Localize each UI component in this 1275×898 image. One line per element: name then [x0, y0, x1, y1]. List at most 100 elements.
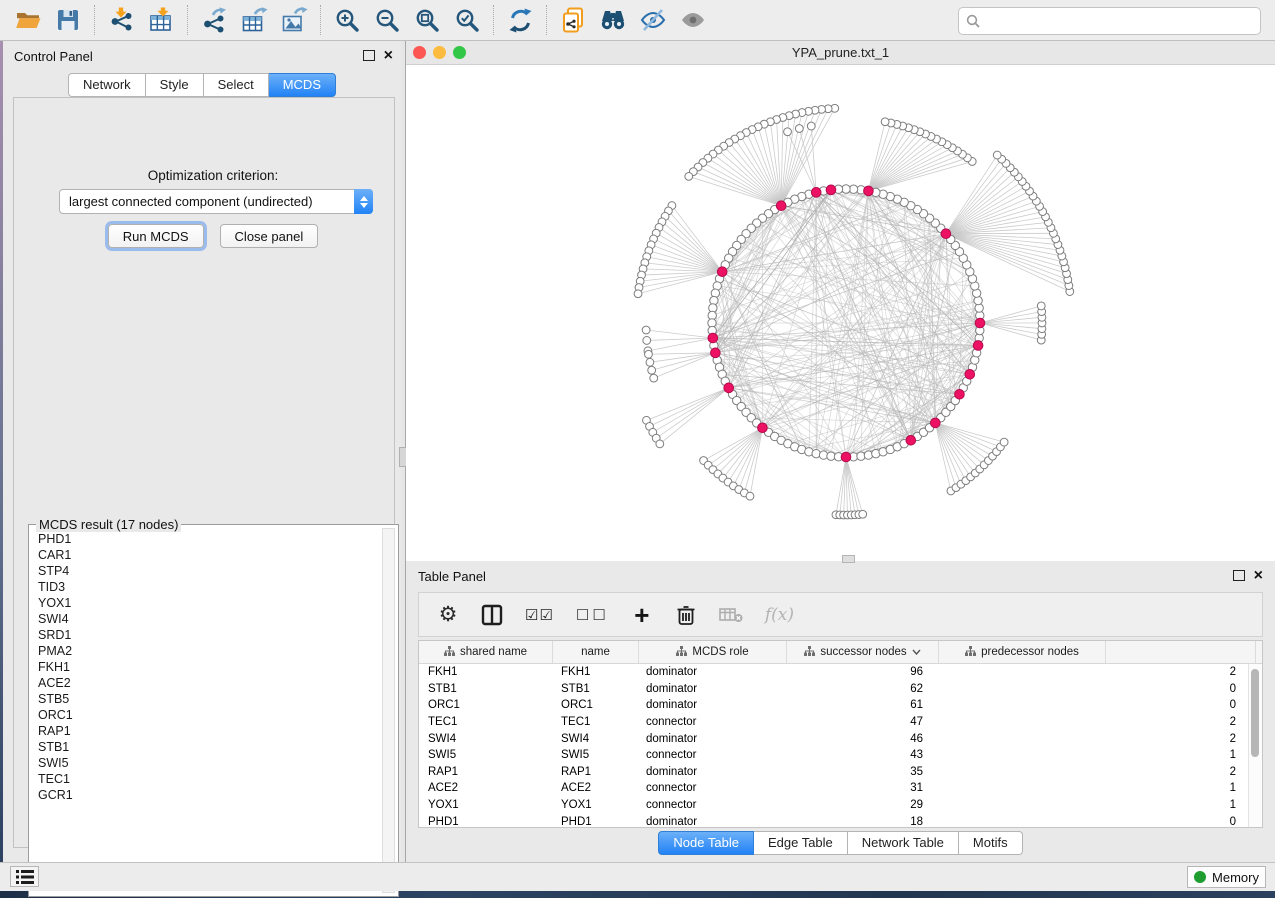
cell[interactable]: SWI5: [419, 749, 552, 761]
mcds-node[interactable]: [776, 201, 786, 211]
mcds-result-item[interactable]: CAR1: [33, 547, 380, 563]
show-columns-icon[interactable]: [481, 601, 503, 629]
table-row[interactable]: SWI5SWI5connector431: [419, 747, 1262, 764]
mcds-result-item[interactable]: PHD1: [33, 531, 380, 547]
export-table-icon[interactable]: [234, 3, 274, 37]
mcds-result-item[interactable]: FKH1: [33, 659, 380, 675]
mcds-result-item[interactable]: SWI4: [33, 611, 380, 627]
export-image-icon[interactable]: [274, 3, 314, 37]
mcds-node[interactable]: [711, 348, 721, 358]
mcds-result-item[interactable]: STB1: [33, 739, 380, 755]
table-row[interactable]: YOX1YOX1connector291: [419, 797, 1262, 814]
table-row[interactable]: ACE2ACE2connector311: [419, 780, 1262, 797]
cell[interactable]: connector: [637, 799, 784, 811]
mcds-result-item[interactable]: PMA2: [33, 643, 380, 659]
leaf-node[interactable]: [643, 337, 651, 345]
leaf-node[interactable]: [648, 366, 656, 374]
select-all-icon[interactable]: ☑☑: [525, 601, 554, 629]
mcds-node[interactable]: [906, 435, 916, 445]
tab-select[interactable]: Select: [204, 73, 269, 97]
show-all-eye-icon[interactable]: [673, 3, 713, 37]
cell[interactable]: 0: [935, 699, 1250, 711]
column-header-successor-nodes[interactable]: successor nodes: [787, 641, 939, 663]
tab-style[interactable]: Style: [146, 73, 204, 97]
cell[interactable]: 18: [784, 816, 935, 828]
cell[interactable]: 35: [784, 766, 935, 778]
mcds-result-item[interactable]: ORC1: [33, 707, 380, 723]
network-window-titlebar[interactable]: YPA_prune.txt_1: [406, 41, 1275, 65]
leaf-node[interactable]: [650, 374, 658, 382]
leaf-node[interactable]: [795, 125, 803, 133]
table-row[interactable]: SWI4SWI4dominator462: [419, 730, 1262, 747]
cell[interactable]: 61: [784, 699, 935, 711]
cell[interactable]: 31: [784, 782, 935, 794]
tab-mcds[interactable]: MCDS: [269, 73, 336, 97]
mcds-node[interactable]: [955, 389, 965, 399]
task-history-button[interactable]: [10, 866, 39, 887]
mcds-result-item[interactable]: ACE2: [33, 675, 380, 691]
zoom-fit-icon[interactable]: [407, 3, 447, 37]
import-table-icon[interactable]: [141, 3, 181, 37]
cell[interactable]: 2: [935, 766, 1250, 778]
close-panel-icon[interactable]: ×: [384, 51, 393, 61]
leaf-node[interactable]: [645, 350, 653, 358]
close-panel-icon[interactable]: ×: [1254, 571, 1263, 581]
table-settings-gear-icon[interactable]: ⚙: [437, 601, 459, 629]
mcds-result-item[interactable]: TID3: [33, 579, 380, 595]
mcds-result-item[interactable]: STP4: [33, 563, 380, 579]
mcds-node[interactable]: [811, 188, 821, 198]
mcds-result-item[interactable]: GCR1: [33, 787, 380, 803]
table-row[interactable]: TEC1TEC1connector472: [419, 714, 1262, 731]
cell[interactable]: connector: [637, 749, 784, 761]
leaf-node[interactable]: [859, 510, 867, 518]
save-session-icon[interactable]: [48, 3, 88, 37]
optimization-criterion-select[interactable]: largest connected component (undirected): [59, 189, 373, 214]
cell[interactable]: 62: [784, 683, 935, 695]
leaf-node[interactable]: [656, 440, 664, 448]
leaf-node[interactable]: [634, 290, 642, 298]
mcds-node[interactable]: [973, 341, 983, 351]
leaf-node[interactable]: [807, 122, 815, 130]
mcds-result-item[interactable]: SRD1: [33, 627, 380, 643]
cell[interactable]: 0: [935, 816, 1250, 828]
mcds-node[interactable]: [724, 383, 734, 393]
mcds-result-list[interactable]: PHD1CAR1STP4TID3YOX1SWI4SRD1PMA2FKH1ACE2…: [33, 531, 380, 892]
hide-selected-eye-icon[interactable]: [633, 3, 673, 37]
mcds-node[interactable]: [717, 267, 727, 277]
cell[interactable]: PHD1: [552, 816, 637, 828]
column-header-MCDS-role[interactable]: MCDS role: [639, 641, 787, 663]
cell[interactable]: dominator: [637, 733, 784, 745]
mcds-node[interactable]: [930, 418, 940, 428]
column-header-name[interactable]: name: [553, 641, 639, 663]
cell[interactable]: ORC1: [552, 699, 637, 711]
cell[interactable]: SWI4: [419, 733, 552, 745]
mcds-result-item[interactable]: TEC1: [33, 771, 380, 787]
cell[interactable]: RAP1: [419, 766, 552, 778]
table-row[interactable]: PHD1PHD1dominator180: [419, 813, 1262, 828]
tab-edge-table[interactable]: Edge Table: [754, 831, 848, 855]
cell[interactable]: dominator: [637, 766, 784, 778]
leaf-node[interactable]: [685, 172, 693, 180]
cell[interactable]: SWI4: [552, 733, 637, 745]
run-mcds-button[interactable]: Run MCDS: [108, 224, 204, 248]
cell[interactable]: RAP1: [552, 766, 637, 778]
zoom-in-icon[interactable]: [327, 3, 367, 37]
leaf-node[interactable]: [642, 326, 650, 334]
mcds-result-item[interactable]: SWI5: [33, 755, 380, 771]
clone-network-icon[interactable]: [553, 3, 593, 37]
import-network-icon[interactable]: [101, 3, 141, 37]
cell[interactable]: dominator: [637, 683, 784, 695]
cell[interactable]: 46: [784, 733, 935, 745]
cell[interactable]: STB1: [419, 683, 552, 695]
cell[interactable]: STB1: [552, 683, 637, 695]
float-panel-icon[interactable]: [1233, 570, 1245, 581]
column-header-shared-name[interactable]: shared name: [419, 641, 553, 663]
cell[interactable]: dominator: [637, 816, 784, 828]
mcds-result-item[interactable]: RAP1: [33, 723, 380, 739]
mcds-node[interactable]: [708, 333, 718, 343]
cell[interactable]: SWI5: [552, 749, 637, 761]
mcds-result-item[interactable]: STB5: [33, 691, 380, 707]
mcds-node[interactable]: [975, 318, 985, 328]
leaf-node[interactable]: [993, 151, 1001, 159]
cell[interactable]: PHD1: [419, 816, 552, 828]
